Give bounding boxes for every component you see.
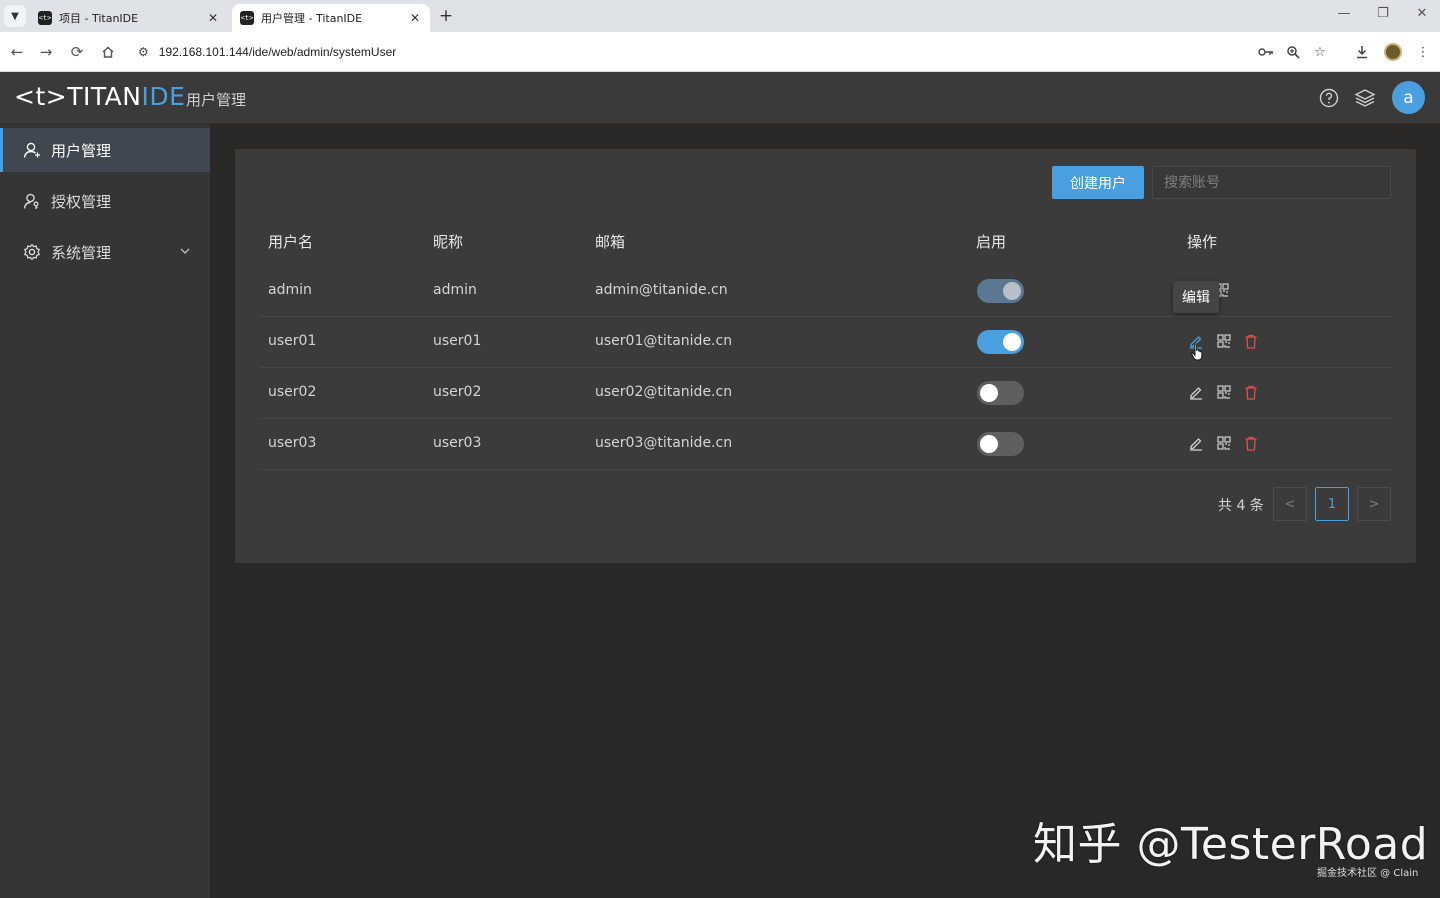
nickname-cell: user01 <box>433 333 482 349</box>
back-arrow-icon[interactable]: ← <box>6 41 28 63</box>
sidebar-item-system-management[interactable]: 系统管理 <box>0 230 210 274</box>
column-header-nickname: 昵称 <box>433 233 464 251</box>
column-header-email: 邮箱 <box>595 233 626 251</box>
delete-trash-icon[interactable] <box>1241 433 1261 453</box>
toggle-knob <box>980 435 998 453</box>
url-field[interactable]: ⚙ 192.168.101.144/ide/web/admin/systemUs… <box>130 37 1340 67</box>
search-account-input[interactable] <box>1152 166 1391 199</box>
browser-tab-bar: ▼ <t> 项目 - TitanIDE ✕ <t> 用户管理 - TitanID… <box>0 0 1440 32</box>
watermark-text: 知乎 @TesterRoad <box>1033 819 1429 870</box>
edit-tooltip: 编辑 <box>1173 281 1219 313</box>
chevron-down-icon[interactable] <box>180 244 190 257</box>
titanide-favicon-icon: <t> <box>240 11 254 25</box>
edit-pencil-icon[interactable] <box>1186 382 1206 402</box>
email-cell: user02@titanide.cn <box>595 384 733 400</box>
browser-menu-icon[interactable]: ⋮ <box>1413 42 1433 62</box>
toggle-knob <box>1003 333 1021 351</box>
username-cell: admin <box>268 282 312 298</box>
sidebar-item-authorization[interactable]: 授权管理 <box>0 179 210 223</box>
table-row: user03 user03 user03@titanide.cn <box>260 419 1391 470</box>
close-icon[interactable]: ✕ <box>408 11 422 25</box>
tab-search-button[interactable]: ▼ <box>4 5 26 27</box>
edit-pencil-icon[interactable] <box>1186 433 1206 453</box>
app-header: <t>TITANIDE 用户管理 a <box>0 72 1440 124</box>
gear-icon <box>22 242 42 262</box>
titanide-favicon-icon: <t> <box>38 11 52 25</box>
table-row: admin admin admin@titanide.cn <box>260 266 1391 317</box>
user-key-icon <box>22 191 42 211</box>
close-icon[interactable]: ✕ <box>206 11 220 25</box>
username-cell: user03 <box>268 435 317 451</box>
url-text: 192.168.101.144/ide/web/admin/systemUser <box>158 45 397 59</box>
nickname-cell: user02 <box>433 384 482 400</box>
window-restore-icon[interactable]: ❐ <box>1373 6 1393 21</box>
password-key-icon[interactable] <box>1256 42 1276 62</box>
sidebar-item-label: 用户管理 <box>51 141 112 160</box>
username-cell: user02 <box>268 384 317 400</box>
pagination-next-button[interactable]: > <box>1357 487 1391 521</box>
table-row: user02 user02 user02@titanide.cn <box>260 368 1391 419</box>
enabled-toggle[interactable] <box>977 279 1024 303</box>
user-avatar[interactable]: a <box>1392 81 1425 114</box>
browser-tab-user-management[interactable]: <t> 用户管理 - TitanIDE ✕ <box>232 4 430 32</box>
watermark-subtext: 掘金技术社区 @ Clain <box>1317 868 1419 879</box>
enabled-toggle[interactable] <box>977 381 1024 405</box>
hand-cursor-icon <box>1191 343 1205 365</box>
tab-title: 用户管理 - TitanIDE <box>261 12 363 25</box>
qrcode-icon[interactable] <box>1214 331 1234 351</box>
user-icon <box>22 140 42 160</box>
page-title: 用户管理 <box>186 91 247 109</box>
pagination-prev-button[interactable]: < <box>1273 487 1307 521</box>
layers-icon[interactable] <box>1353 86 1377 110</box>
email-cell: user01@titanide.cn <box>595 333 733 349</box>
titanide-logo[interactable]: <t>TITANIDE <box>14 82 185 111</box>
sidebar-item-label: 授权管理 <box>51 192 112 211</box>
reload-icon[interactable]: ⟳ <box>66 41 88 63</box>
toggle-knob <box>980 384 998 402</box>
column-header-username: 用户名 <box>268 233 314 251</box>
help-icon[interactable] <box>1317 86 1341 110</box>
pagination-total: 共 4 条 <box>1218 498 1264 514</box>
browser-address-bar: ← → ⟳ ⚙ 192.168.101.144/ide/web/admin/sy… <box>0 32 1440 72</box>
download-icon[interactable] <box>1352 42 1372 62</box>
browser-profile-avatar[interactable] <box>1384 43 1402 61</box>
forward-arrow-icon[interactable]: → <box>35 41 57 63</box>
qrcode-icon[interactable] <box>1214 382 1234 402</box>
column-header-actions: 操作 <box>1187 233 1218 251</box>
enabled-toggle[interactable] <box>977 330 1024 354</box>
email-cell: user03@titanide.cn <box>595 435 733 451</box>
bookmark-star-icon[interactable]: ☆ <box>1310 42 1330 62</box>
delete-trash-icon[interactable] <box>1241 382 1261 402</box>
site-settings-icon[interactable]: ⚙ <box>138 45 149 59</box>
pagination-page-1[interactable]: 1 <box>1315 487 1349 521</box>
email-cell: admin@titanide.cn <box>595 282 728 298</box>
nickname-cell: user03 <box>433 435 482 451</box>
browser-tab-projects[interactable]: <t> 项目 - TitanIDE ✕ <box>30 4 228 32</box>
table-row: user01 user01 user01@titanide.cn <box>260 317 1391 368</box>
home-icon[interactable] <box>97 41 119 63</box>
user-list-panel: 创建用户 用户名 昵称 邮箱 启用 操作 admin admin admin@t… <box>235 149 1416 563</box>
sidebar-item-user-management[interactable]: 用户管理 <box>0 128 210 172</box>
zoom-icon[interactable] <box>1283 42 1303 62</box>
toggle-knob <box>1003 282 1021 300</box>
create-user-button[interactable]: 创建用户 <box>1052 166 1144 199</box>
delete-trash-icon[interactable] <box>1241 331 1261 351</box>
qrcode-icon[interactable] <box>1214 433 1234 453</box>
column-header-enabled: 启用 <box>976 233 1007 251</box>
window-close-icon[interactable]: ✕ <box>1412 6 1432 21</box>
nickname-cell: admin <box>433 282 477 298</box>
username-cell: user01 <box>268 333 317 349</box>
window-minimize-icon[interactable]: — <box>1334 6 1354 21</box>
enabled-toggle[interactable] <box>977 432 1024 456</box>
sidebar-item-label: 系统管理 <box>51 243 112 262</box>
tab-title: 项目 - TitanIDE <box>59 12 139 25</box>
new-tab-plus-icon[interactable]: + <box>436 6 456 26</box>
sidebar: 用户管理 授权管理 系统管理 <box>0 124 210 898</box>
